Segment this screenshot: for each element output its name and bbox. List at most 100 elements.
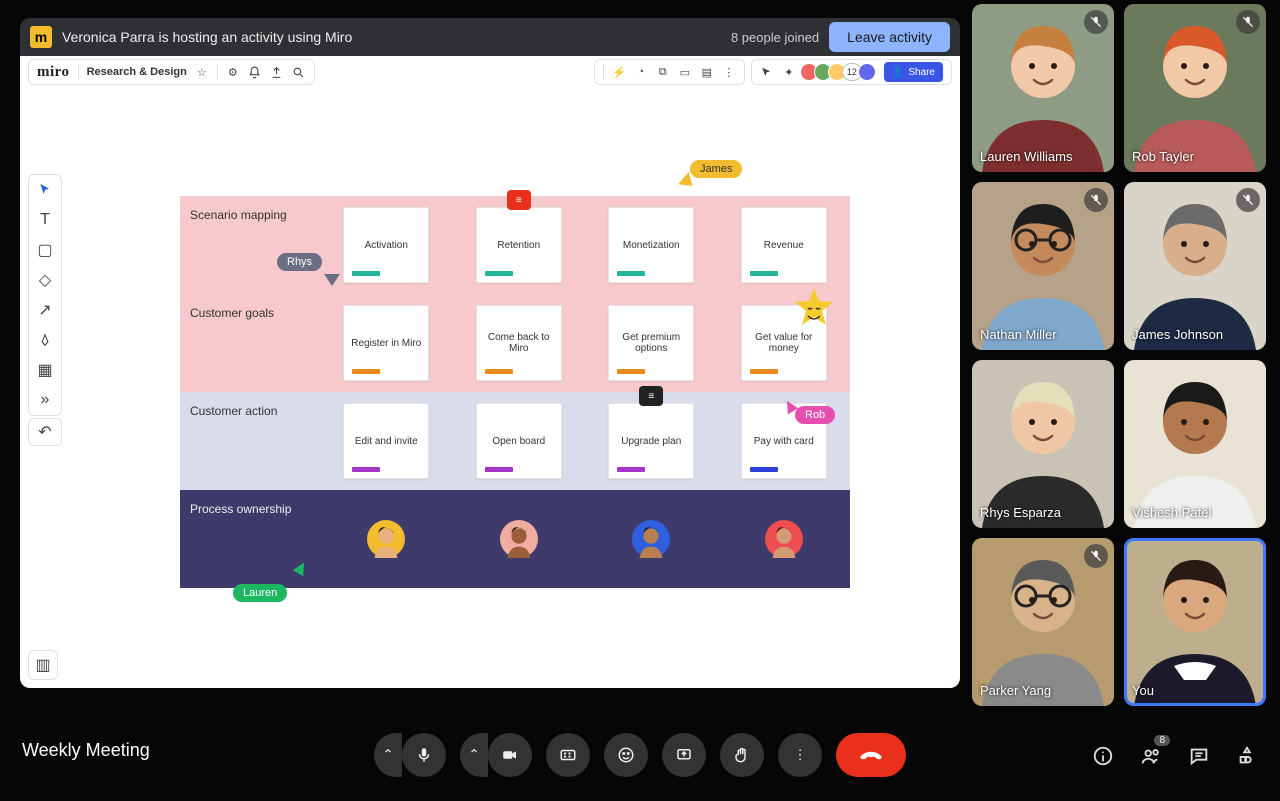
people-icon[interactable]: 8 [1140, 745, 1162, 767]
video-tile[interactable]: Vishesh Patel [1124, 360, 1266, 528]
note-icon[interactable]: ▤ [700, 65, 714, 79]
video-tile[interactable]: Parker Yang [972, 538, 1114, 706]
matrix-card[interactable]: Revenue [741, 207, 827, 283]
text-tool-icon[interactable]: T [36, 211, 54, 229]
miro-logo-icon: m [30, 26, 52, 48]
video-tile[interactable]: Rob Tayler [1124, 4, 1266, 172]
activity-banner: m Veronica Parra is hosting an activity … [20, 18, 960, 56]
layers-icon: ▥ [36, 658, 50, 672]
cursor-icon[interactable] [760, 65, 774, 79]
participant-name: Parker Yang [980, 683, 1051, 698]
star-icon[interactable]: ☆ [195, 65, 209, 79]
owner-avatar [500, 520, 538, 558]
emoji-button[interactable] [604, 733, 648, 777]
activities-icon[interactable] [1236, 745, 1258, 767]
comment-chip-icon[interactable]: ≡ [507, 190, 531, 210]
video-tile[interactable]: Rhys Esparza [972, 360, 1114, 528]
end-call-button[interactable] [836, 733, 906, 777]
miro-right-group: ✦ 12 👤Share [751, 59, 952, 85]
people-count-badge: 8 [1154, 735, 1170, 746]
matrix-card[interactable]: Register in Miro [343, 305, 429, 381]
matrix-card[interactable]: Come back to Miro [476, 305, 562, 381]
layers-button[interactable]: ▥ [28, 650, 58, 680]
upload-icon[interactable] [270, 65, 284, 79]
matrix-cell[interactable]: Get premium options [585, 294, 718, 392]
meeting-title: Weekly Meeting [22, 740, 150, 761]
matrix-card[interactable]: Open board [476, 403, 562, 479]
video-tile[interactable]: Nathan Miller [972, 182, 1114, 350]
bell-icon[interactable] [248, 65, 262, 79]
mic-options-button[interactable]: ⌃ [374, 733, 402, 777]
cursor-label-james: James [690, 160, 742, 178]
info-icon[interactable] [1092, 745, 1114, 767]
owner-avatar [765, 520, 803, 558]
participant-name: Rhys Esparza [980, 505, 1061, 520]
participant-name: Rob Tayler [1132, 149, 1194, 164]
miro-workspace: miro Research & Design ☆ ⚙ ⚡ ◔ ⧉ ▭ ▤ ⋮ ✦ [20, 56, 960, 688]
right-bottom-icons: 8 [1092, 745, 1258, 767]
call-controls: ⌃ ⌃ ⋮ [374, 733, 906, 777]
matrix-cell[interactable]: Monetization [585, 196, 718, 294]
muted-icon [1236, 10, 1260, 34]
video-tile[interactable]: Lauren Williams [972, 4, 1114, 172]
frame-tool-icon[interactable]: ▦ [36, 361, 54, 379]
matrix-cell[interactable]: Come back to Miro [453, 294, 586, 392]
present-button[interactable] [662, 733, 706, 777]
participant-name: Vishesh Patel [1132, 505, 1211, 520]
raise-hand-button[interactable] [720, 733, 764, 777]
matrix-card[interactable]: Upgrade plan≡ [608, 403, 694, 479]
reactions-icon[interactable]: ✦ [782, 65, 796, 79]
bolt-icon[interactable]: ⚡ [612, 65, 626, 79]
presence-avatars[interactable]: 12 [804, 63, 876, 81]
select-tool-icon[interactable] [36, 181, 54, 199]
participant-name: You [1132, 683, 1154, 698]
matrix-card[interactable]: Edit and invite [343, 403, 429, 479]
settings-gear-icon[interactable]: ⚙ [226, 65, 240, 79]
camera-options-button[interactable]: ⌃ [460, 733, 488, 777]
arrow-tool-icon[interactable]: ↗ [36, 301, 54, 319]
share-button[interactable]: 👤Share [884, 62, 943, 82]
matrix-card[interactable]: Retention≡ [476, 207, 562, 283]
muted-icon [1084, 10, 1108, 34]
pen-tool-icon[interactable] [36, 331, 54, 349]
video-tile[interactable]: You [1124, 538, 1266, 706]
muted-icon [1236, 188, 1260, 212]
board-name-pill[interactable]: miro Research & Design ☆ ⚙ [28, 59, 315, 85]
matrix-cell[interactable] [453, 490, 586, 588]
chat-icon[interactable] [1188, 745, 1210, 767]
mic-toggle-button[interactable] [402, 733, 446, 777]
comment-chip-icon[interactable]: ≡ [639, 386, 663, 406]
matrix-cell[interactable]: Edit and invite [320, 392, 453, 490]
matrix-cell[interactable]: Register in Miro [320, 294, 453, 392]
shape-tool-icon[interactable]: ◇ [36, 271, 54, 289]
matrix-row-header: Scenario mapping [180, 196, 320, 294]
timer-icon[interactable]: ◔ [634, 65, 648, 79]
video-tile[interactable]: James Johnson [1124, 182, 1266, 350]
more-options-button[interactable]: ⋮ [778, 733, 822, 777]
matrix-cell[interactable]: Open board [453, 392, 586, 490]
undo-button[interactable]: ↶ [28, 418, 62, 446]
matrix-cell[interactable] [320, 490, 453, 588]
matrix-cell[interactable] [718, 490, 851, 588]
leave-activity-button[interactable]: Leave activity [829, 22, 950, 52]
matrix-cell[interactable] [585, 490, 718, 588]
captions-button[interactable] [546, 733, 590, 777]
matrix-cell[interactable]: Upgrade plan≡ [585, 392, 718, 490]
sticky-tool-icon[interactable]: ▢ [36, 241, 54, 259]
muted-icon [1084, 544, 1108, 568]
matrix-card[interactable]: Get premium options [608, 305, 694, 381]
matrix-card[interactable]: Monetization [608, 207, 694, 283]
add-frame-icon[interactable]: ⧉ [656, 65, 670, 79]
search-icon[interactable] [292, 65, 306, 79]
more-tools-icon[interactable]: ⋮ [722, 65, 736, 79]
matrix-cell[interactable]: Retention≡ [453, 196, 586, 294]
owner-avatar [632, 520, 670, 558]
matrix-row-header: Customer goals [180, 294, 320, 392]
camera-toggle-button[interactable] [488, 733, 532, 777]
star-sticker [790, 286, 838, 334]
matrix-card[interactable]: Activation [343, 207, 429, 283]
more-icon[interactable]: » [36, 391, 54, 409]
miro-wordmark: miro [37, 64, 70, 81]
matrix-cell[interactable]: Revenue [718, 196, 851, 294]
comment-icon[interactable]: ▭ [678, 65, 692, 79]
